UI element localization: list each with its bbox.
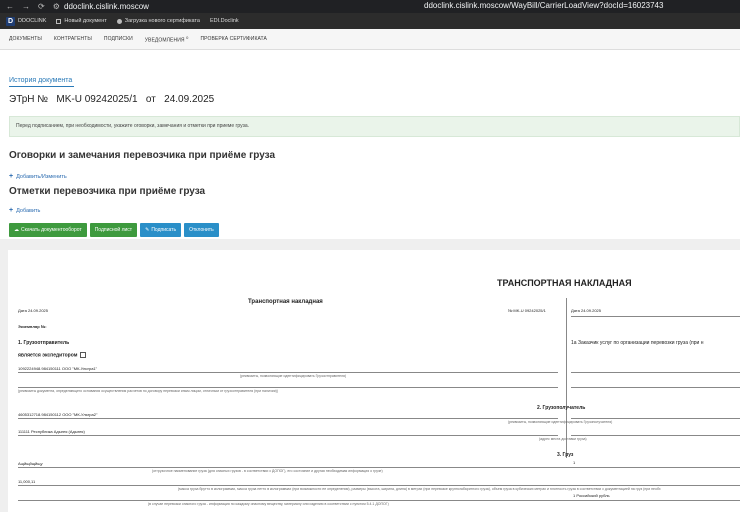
cargo-weight-caption: (масса груза брутто в килограммах, масса… bbox=[178, 487, 661, 491]
bookmark-app[interactable]: D DDOCLINK bbox=[6, 16, 47, 26]
bookmark-certificate[interactable]: Загрузка нового сертификата bbox=[116, 18, 200, 24]
cargo-name: Ащйщйщйщу bbox=[18, 461, 43, 466]
bookmarks-bar: D DDOCLINK Новый документ Загрузка новог… bbox=[0, 13, 740, 29]
date-right: Дата 24.09.2025 bbox=[571, 308, 601, 313]
field-line bbox=[18, 387, 558, 388]
bookmark-app-label: DDOCLINK bbox=[18, 18, 47, 24]
browser-toolbar: ← → ⟳ ⚙ ddoclink.cislink.moscow ddoclink… bbox=[0, 0, 740, 13]
main-menu: ДОКУМЕНТЫ КОНТРАГЕНТЫ ПОДПИСКИ УВЕДОМЛЕН… bbox=[0, 29, 740, 50]
info-notice: Перед подписанием, при необходимости, ук… bbox=[9, 116, 740, 137]
menu-counterparties[interactable]: КОНТРАГЕНТЫ bbox=[54, 36, 92, 42]
bookmark-label: EDI.Doclink bbox=[209, 18, 239, 24]
menu-subscriptions[interactable]: ПОДПИСКИ bbox=[104, 36, 133, 42]
add-edit-remarks-link[interactable]: + Добавить/Изменить bbox=[9, 173, 67, 180]
plus-icon: + bbox=[9, 207, 14, 214]
customer-title: 1а Заказчик услуг по организации перевоз… bbox=[571, 340, 704, 346]
copy-number: Экземпляр №: bbox=[18, 324, 47, 329]
shipper-id: 1092224948.984150111 ООО "МК-Ультра1" bbox=[18, 366, 98, 371]
cargo-weight: 11,000,11 bbox=[18, 479, 36, 484]
cargo-price: 1 Российский рубль bbox=[573, 493, 610, 498]
site-info-icon[interactable]: ⚙ bbox=[53, 2, 60, 11]
cargo-name-caption: (отгрузочное наименование груза (для опа… bbox=[152, 469, 383, 473]
field-line bbox=[571, 387, 740, 388]
waybill-heading: ТРАНСПОРТНАЯ НАКЛАДНАЯ bbox=[497, 278, 632, 288]
action-buttons: ☁ Скачать документооборот Подписной лист… bbox=[9, 223, 219, 237]
menu-documents[interactable]: ДОКУМЕНТЫ bbox=[9, 36, 42, 42]
delivery-caption: (адрес места доставки груза) bbox=[539, 437, 587, 441]
field-line bbox=[571, 418, 740, 419]
field-line bbox=[18, 435, 558, 436]
doc-type: ЭТрН № bbox=[9, 94, 49, 105]
address-bar-full[interactable]: ddoclink.cislink.moscow/WayBill/CarrierL… bbox=[424, 1, 663, 10]
add-marks-link[interactable]: + Добавить bbox=[9, 207, 40, 214]
doc-from: от bbox=[145, 94, 156, 105]
cargo-title: 3. Груз bbox=[557, 452, 574, 458]
download-button-label: Скачать документооборот bbox=[21, 227, 82, 233]
sign-sheet-label: Подписной лист bbox=[94, 227, 133, 233]
consignee-title: 2. Грузополучатель bbox=[537, 405, 586, 411]
sign-button[interactable]: ✎ Подписать bbox=[140, 223, 182, 237]
menu-notifications[interactable]: УВЕДОМЛЕНИЯ 0 bbox=[145, 35, 189, 44]
reject-button-label: Отклонить bbox=[189, 227, 214, 233]
download-button[interactable]: ☁ Скачать документооборот bbox=[9, 223, 87, 237]
browser-nav: ← → ⟳ ⚙ bbox=[0, 2, 64, 11]
date-left: Дата 24.09.2025 bbox=[18, 308, 48, 313]
field-line bbox=[18, 372, 558, 373]
section-marks-title: Отметки перевозчика при приёме груза bbox=[9, 186, 206, 197]
bookmark-edi[interactable]: EDI.Doclink bbox=[210, 18, 239, 24]
payer-caption: (реквизиты документа, определяющего осно… bbox=[18, 389, 278, 393]
back-icon[interactable]: ← bbox=[6, 2, 14, 11]
history-tab[interactable]: История документа bbox=[9, 77, 72, 84]
menu-certificate-check[interactable]: ПРОВЕРКА СЕРТИФИКАТА bbox=[200, 36, 267, 42]
notifications-count: 0 bbox=[186, 34, 189, 40]
field-line bbox=[18, 467, 740, 468]
forwarder-row: является экспедитором bbox=[18, 352, 87, 359]
field-line bbox=[18, 500, 740, 501]
ddoclink-logo-icon: D bbox=[6, 16, 15, 26]
forward-icon[interactable]: → bbox=[22, 2, 30, 11]
field-line bbox=[571, 435, 740, 436]
forwarder-checkbox[interactable] bbox=[80, 352, 87, 358]
sign-sheet-button[interactable]: Подписной лист bbox=[89, 223, 138, 237]
add-marks-label: Добавить bbox=[16, 207, 41, 214]
divider bbox=[566, 298, 567, 458]
page-title: ЭТрН № MK-U 09242025/1 от 24.09.2025 bbox=[9, 94, 214, 105]
shipper-caption: (реквизиты, позволяющие идентифицировать… bbox=[240, 374, 347, 378]
sign-button-label: Подписать bbox=[151, 227, 177, 233]
reload-icon[interactable]: ⟳ bbox=[38, 2, 45, 11]
waybill-subheading: Транспортная накладная bbox=[248, 299, 323, 305]
plus-icon: + bbox=[9, 173, 14, 180]
bookmark-label: Новый документ bbox=[64, 18, 107, 24]
field-line bbox=[18, 485, 740, 486]
menu-notifications-label: УВЕДОМЛЕНИЯ bbox=[144, 37, 185, 44]
doc-date: 24.09.2025 bbox=[164, 94, 215, 105]
number-mid: № MK-U 09242025/1 bbox=[508, 308, 546, 313]
bookmark-label: Загрузка нового сертификата bbox=[124, 18, 200, 24]
cloud-download-icon: ☁ bbox=[14, 227, 19, 233]
delivery-address: 111111 Республика Адыгея (Адыгея) bbox=[18, 429, 85, 434]
field-line bbox=[18, 418, 558, 419]
waybill-document: ТРАНСПОРТНАЯ НАКЛАДНАЯ Транспортная накл… bbox=[8, 250, 740, 512]
add-edit-remarks-label: Добавить/Изменить bbox=[16, 173, 67, 180]
divider bbox=[571, 316, 740, 317]
consignee-id: 4605312718.984150112 ООО "МК-Ультра2" bbox=[18, 412, 98, 417]
forwarder-label: является экспедитором bbox=[18, 352, 78, 359]
history-tab-underline bbox=[9, 86, 74, 87]
cargo-danger-caption: (в случае перевозки опасного груза - инф… bbox=[148, 502, 389, 506]
document-icon bbox=[56, 18, 62, 24]
cargo-count: 1 bbox=[573, 460, 576, 465]
globe-icon bbox=[116, 18, 122, 24]
reject-button[interactable]: Отклонить bbox=[184, 223, 219, 237]
field-line bbox=[571, 372, 740, 373]
section-remarks-title: Оговорки и замечания перевозчика при при… bbox=[9, 150, 276, 161]
pencil-icon: ✎ bbox=[145, 227, 150, 233]
consignee-caption: (реквизиты, позволяющие идентифицировать… bbox=[508, 420, 613, 424]
shipper-title: 1. Грузоотправитель bbox=[18, 340, 70, 346]
doc-number: MK-U 09242025/1 bbox=[56, 94, 138, 105]
bookmark-new-document[interactable]: Новый документ bbox=[56, 18, 107, 24]
